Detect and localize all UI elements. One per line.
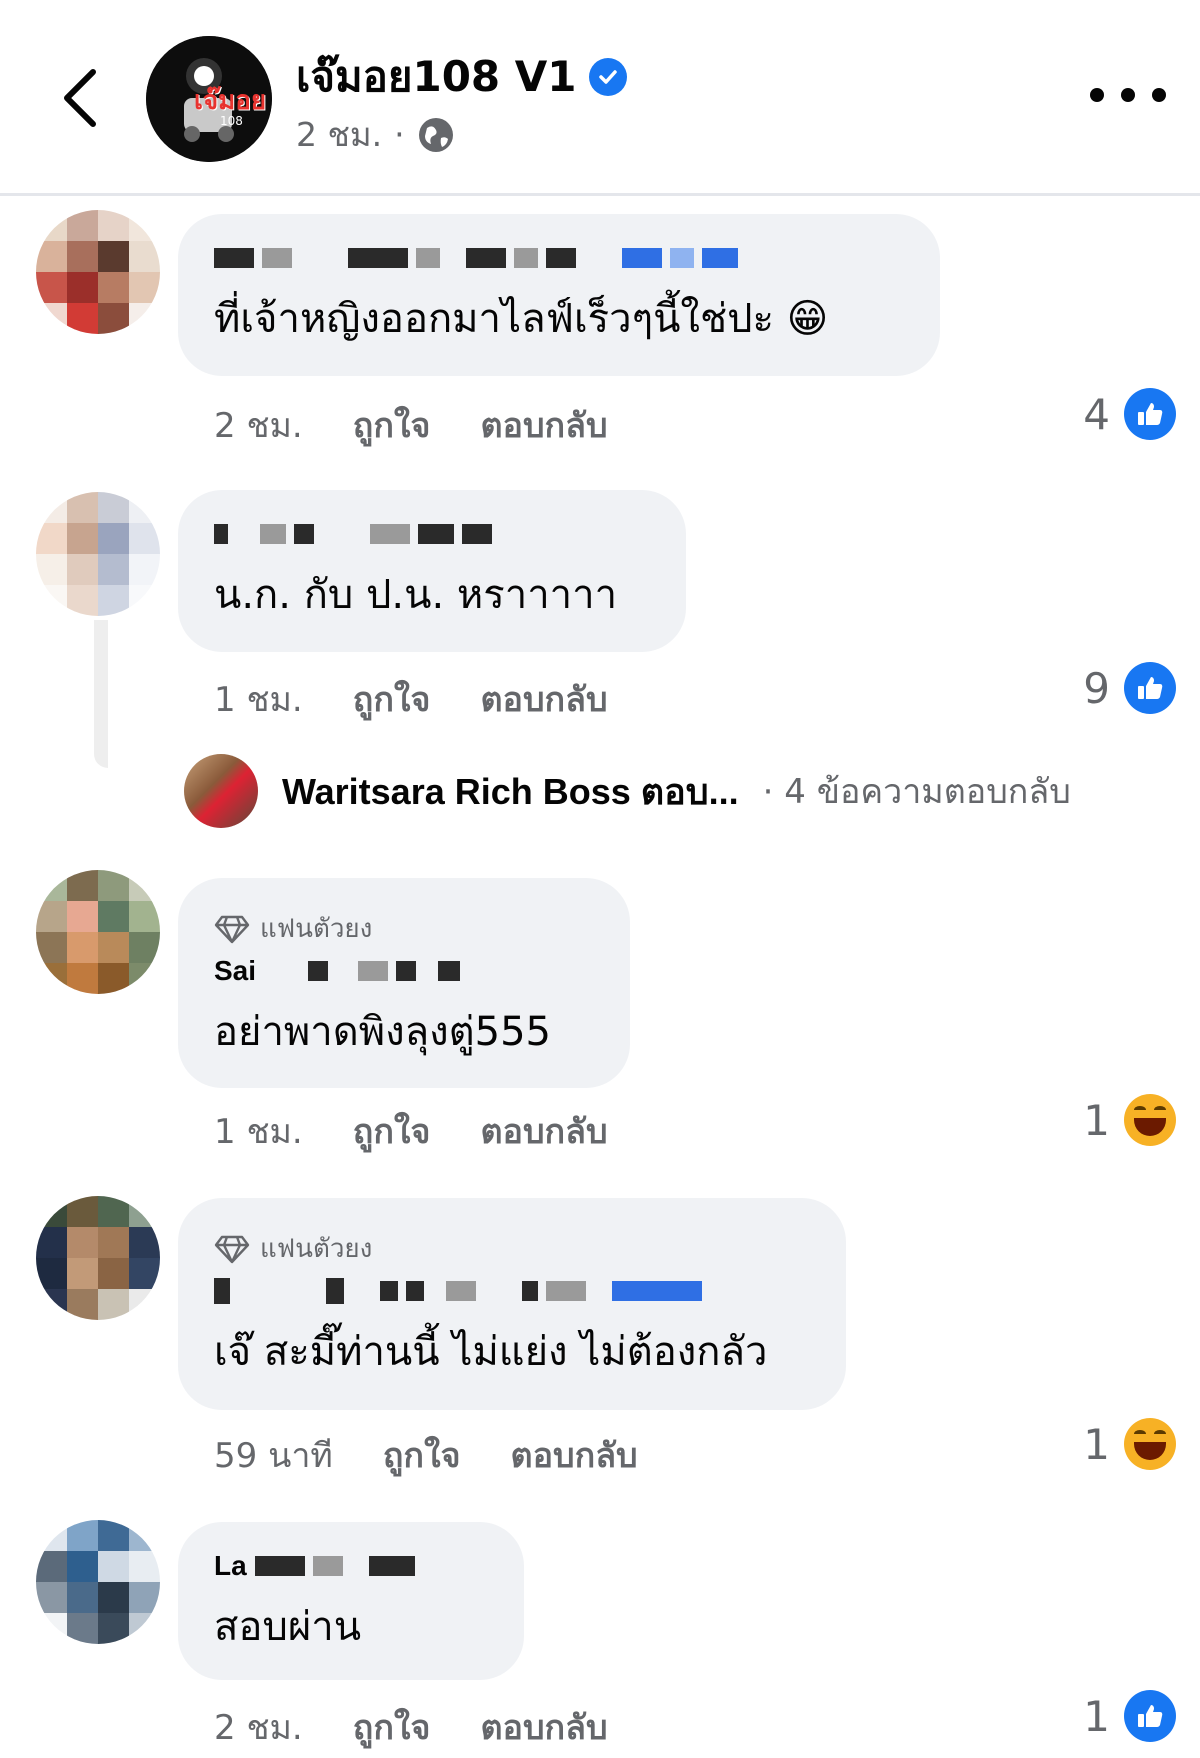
globe-icon — [418, 117, 453, 152]
thread-connector-line — [94, 620, 108, 768]
like-action-button[interactable]: ถูกใจ — [353, 1104, 431, 1158]
comment-time[interactable]: 1 ชม. — [214, 1104, 303, 1158]
meta-separator: · — [394, 115, 405, 154]
reaction-summary[interactable]: 1 — [1083, 1418, 1176, 1470]
like-action-button[interactable]: ถูกใจ — [353, 1700, 431, 1754]
commenter-avatar[interactable] — [36, 870, 160, 994]
comment-time[interactable]: 59 นาที — [214, 1428, 333, 1482]
reaction-summary[interactable]: 4 — [1083, 388, 1176, 440]
post-time[interactable]: 2 ชม. — [296, 108, 382, 161]
comment-text: อย่าพาดพิงลุงตู่555 — [214, 1009, 551, 1055]
like-action-button[interactable]: ถูกใจ — [383, 1428, 461, 1482]
reply-author-name: Waritsara Rich Boss ตอบ... — [282, 770, 739, 812]
reaction-count: 9 — [1083, 663, 1110, 713]
comment-actions: 2 ชม. ถูกใจ ตอบกลับ — [214, 1700, 608, 1754]
reaction-summary[interactable]: 1 — [1083, 1690, 1176, 1742]
commenter-name-redacted[interactable]: La — [214, 1548, 488, 1584]
post-header: เจ๊มอย 108 เจ๊มอย108 V1 2 ชม. · — [0, 0, 1200, 196]
comment-actions: 1 ชม. ถูกใจ ตอบกลับ — [214, 1104, 608, 1158]
more-dot — [1121, 88, 1135, 102]
commenter-name-visible: La — [214, 1550, 247, 1581]
reply-action-button[interactable]: ตอบกลับ — [480, 672, 607, 726]
comment-actions: 1 ชม. ถูกใจ ตอบกลับ — [214, 672, 608, 726]
post-meta: 2 ชม. · — [296, 108, 455, 161]
reply-count-text: · 4 ข้อความตอบกลับ — [762, 772, 1071, 812]
more-dot — [1152, 88, 1166, 102]
like-action-button[interactable]: ถูกใจ — [353, 398, 431, 452]
comment-bubble[interactable]: แฟนตัวยง เจ๊ สะมี๊ท่านนี้ ไม่แย่ง ไม่ต้อ… — [178, 1198, 846, 1410]
diamond-icon — [214, 915, 250, 943]
reply-avatar — [184, 754, 258, 828]
comment-actions: 2 ชม. ถูกใจ ตอบกลับ — [214, 398, 608, 452]
reply-action-button[interactable]: ตอบกลับ — [480, 1104, 607, 1158]
comment-time[interactable]: 2 ชม. — [214, 398, 303, 452]
comment-text: สอบผ่าน — [214, 1604, 362, 1650]
top-fan-badge: แฟนตัวยง — [214, 908, 594, 949]
haha-icon — [1124, 1418, 1176, 1470]
comment-text: ที่เจ้าหญิงออกมาไลฟ์เร็วๆนี้ใช่ปะ 😁 — [214, 296, 829, 342]
more-options-button[interactable] — [1090, 80, 1166, 110]
back-button[interactable] — [44, 58, 114, 138]
commenter-avatar[interactable] — [36, 210, 160, 334]
like-icon — [1124, 1690, 1176, 1742]
top-fan-label: แฟนตัวยง — [260, 1234, 373, 1264]
reply-action-button[interactable]: ตอบกลับ — [511, 1428, 638, 1482]
page-name-text[interactable]: เจ๊มอย108 V1 — [296, 44, 577, 110]
comment-text: น.ก. กับ ป.น. หราาาาา — [214, 572, 618, 618]
reply-action-button[interactable]: ตอบกลับ — [480, 398, 607, 452]
comment-actions: 59 นาที ถูกใจ ตอบกลับ — [214, 1428, 638, 1482]
view-replies-link[interactable]: Waritsara Rich Boss ตอบ... · 4 ข้อความตอ… — [184, 754, 1071, 828]
like-icon — [1124, 662, 1176, 714]
like-icon — [1124, 388, 1176, 440]
commenter-avatar[interactable] — [36, 492, 160, 616]
reply-action-button[interactable]: ตอบกลับ — [480, 1700, 607, 1754]
top-fan-badge: แฟนตัวยง — [214, 1228, 810, 1269]
reaction-summary[interactable]: 1 — [1083, 1094, 1176, 1146]
chevron-left-icon — [64, 69, 96, 127]
reaction-count: 1 — [1083, 1419, 1110, 1469]
comment-bubble[interactable]: La สอบผ่าน — [178, 1522, 524, 1680]
commenter-name-visible: Sai — [214, 955, 257, 986]
more-dot — [1090, 88, 1104, 102]
commenter-avatar[interactable] — [36, 1196, 160, 1320]
page-avatar[interactable]: เจ๊มอย 108 — [146, 36, 272, 162]
diamond-icon — [214, 1235, 250, 1263]
comment-time[interactable]: 2 ชม. — [214, 1700, 303, 1754]
comment-bubble[interactable]: แฟนตัวยง Sai อย่าพาดพิงลุงตู่555 — [178, 878, 630, 1088]
commenter-name-redacted[interactable] — [214, 1273, 810, 1309]
top-fan-label: แฟนตัวยง — [260, 914, 373, 944]
reaction-count: 1 — [1083, 1691, 1110, 1741]
commenter-avatar[interactable] — [36, 1520, 160, 1644]
commenter-name-redacted[interactable] — [214, 240, 904, 276]
reaction-count: 1 — [1083, 1095, 1110, 1145]
comment-bubble[interactable]: น.ก. กับ ป.น. หราาาาา — [178, 490, 686, 652]
comment-time[interactable]: 1 ชม. — [214, 672, 303, 726]
verified-badge-icon — [588, 58, 627, 96]
reaction-summary[interactable]: 9 — [1083, 662, 1176, 714]
comment-text: เจ๊ สะมี๊ท่านนี้ ไม่แย่ง ไม่ต้องกลัว — [214, 1329, 768, 1375]
comment-bubble[interactable]: ที่เจ้าหญิงออกมาไลฟ์เร็วๆนี้ใช่ปะ 😁 — [178, 214, 940, 376]
page-name[interactable]: เจ๊มอย108 V1 — [296, 44, 627, 110]
page-logo-subtext: 108 — [220, 114, 243, 128]
reaction-count: 4 — [1083, 389, 1110, 439]
commenter-name-redacted[interactable]: Sai — [214, 953, 594, 989]
commenter-name-redacted[interactable] — [214, 516, 650, 552]
like-action-button[interactable]: ถูกใจ — [353, 672, 431, 726]
haha-icon — [1124, 1094, 1176, 1146]
